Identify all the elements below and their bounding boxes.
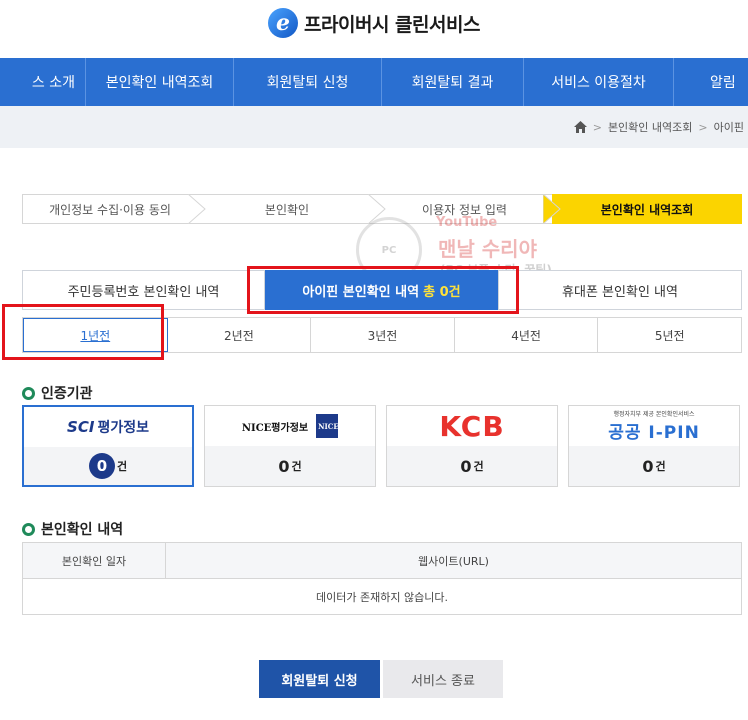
history-table: 본인확인 일자 웹사이트(URL) 데이터가 존재하지 않습니다. [22,542,742,615]
bullet-circle-icon [22,386,35,400]
section-label: 인증기관 [41,386,93,402]
tab-label: 휴대폰 본인확인 내역 [562,284,678,300]
count-value: 0 [278,456,290,476]
agency-count: 0 건 [205,446,375,486]
count-value: 0 [460,456,472,476]
agency-count: 0 건 [387,446,557,486]
logo-e-icon: e [268,8,299,38]
service-exit-button[interactable]: 서비스 종료 [383,660,503,698]
table-header-row: 본인확인 일자 웹사이트(URL) [22,542,742,579]
tab-ipin[interactable]: 아이핀 본인확인 내역 총 0건 [265,270,498,310]
history-tabs: 주민등록번호 본인확인 내역 아이핀 본인확인 내역 총 0건 휴대폰 본인확인… [22,270,742,310]
chevron-right-icon: > [698,120,708,134]
site-logo[interactable]: e 프라이버시 클린서비스 [0,8,748,38]
agency-count: 0 건 [24,447,192,485]
step-verification: 본인확인 [197,194,386,224]
bullet-circle-icon [22,522,35,536]
count-unit: 건 [291,460,302,473]
year-tab-1[interactable]: 1년전 [23,318,168,352]
agency-cards: SCI 평가정보 0 건 NICE평가정보 NICE 0 건 KCB 0 건 행… [22,405,742,487]
year-tab-4[interactable]: 4년전 [455,318,599,352]
agency-card-kcb[interactable]: KCB 0 건 [386,405,558,487]
nav-item-verification-history[interactable]: 본인확인 내역조회 [86,58,234,106]
breadcrumb-item[interactable]: 아이핀 [714,119,744,135]
tab-label: 주민등록번호 본인확인 내역 [67,284,220,300]
column-header-url: 웹사이트(URL) [165,542,742,579]
nav-item-notice[interactable]: 알림 [674,58,748,106]
nice-logo-text: NICE평가정보 [241,422,309,434]
step-user-info: 이용자 정보 입력 [377,194,561,224]
step-history-active: 본인확인 내역조회 [552,194,742,224]
breadcrumb: > 본인확인 내역조회 > 아이핀 [0,106,748,148]
nav-item-withdrawal-result[interactable]: 회원탈퇴 결과 [382,58,524,106]
year-tab-5[interactable]: 5년전 [598,318,741,352]
agency-count: 0 건 [569,446,739,486]
withdrawal-request-button[interactable]: 회원탈퇴 신청 [259,660,380,698]
column-header-date: 본인확인 일자 [22,542,166,579]
nice-logo-mark: NICE [316,414,339,438]
ipin-logo: 행정자치부 제공 본인확인서비스 공공 I-PIN [569,406,739,446]
step-label: 본인확인 [264,202,310,217]
empty-message: 데이터가 존재하지 않습니다. [22,578,742,615]
agency-card-sci[interactable]: SCI 평가정보 0 건 [22,405,194,487]
section-label: 본인확인 내역 [41,522,124,538]
table-row: 데이터가 존재하지 않습니다. [22,578,742,615]
count-unit: 건 [473,460,484,473]
sci-logo: SCI 평가정보 [24,407,192,447]
step-label: 이용자 정보 입력 [422,202,507,217]
ipin-logo-caption: 행정자치부 제공 본인확인서비스 [613,411,695,418]
nav-item-withdrawal-request[interactable]: 회원탈퇴 신청 [234,58,382,106]
agency-card-nice[interactable]: NICE평가정보 NICE 0 건 [204,405,376,487]
agency-card-ipin[interactable]: 행정자치부 제공 본인확인서비스 공공 I-PIN 0 건 [568,405,740,487]
count-value: 0 [642,456,654,476]
sci-logo-text: 평가정보 [97,420,149,436]
chevron-right-icon: > [592,120,602,134]
main-nav: 스 소개 본인확인 내역조회 회원탈퇴 신청 회원탈퇴 결과 서비스 이용절차 … [0,58,748,106]
kcb-logo-text: KCB [439,409,505,443]
nice-logo: NICE평가정보 NICE [205,406,375,446]
tab-resident-number[interactable]: 주민등록번호 본인확인 내역 [22,270,265,310]
step-arrow-icon [188,194,206,224]
step-label: 개인정보 수집·이용 동의 [49,202,171,217]
section-title-agency: 인증기관 [22,383,93,403]
year-tab-3[interactable]: 3년전 [311,318,455,352]
site-title: 프라이버시 클린서비스 [304,13,480,36]
step-arrow-icon [368,194,386,224]
home-icon[interactable] [573,121,587,133]
tab-mobile[interactable]: 휴대폰 본인확인 내역 [498,270,742,310]
breadcrumb-item[interactable]: 본인확인 내역조회 [608,119,692,135]
count-unit: 건 [116,460,128,473]
count-value: 0 [88,453,115,479]
nav-item-service-intro[interactable]: 스 소개 [0,58,86,106]
ipin-logo-text: 공공 I-PIN [608,423,700,443]
year-tab-2[interactable]: 2년전 [168,318,312,352]
tab-count-badge: 총 0건 [423,284,461,300]
process-steps: 개인정보 수집·이용 동의 본인확인 이용자 정보 입력 본인확인 내역조회 [22,194,742,224]
watermark-line1: 맨날 수리야 [438,237,537,261]
section-title-history: 본인확인 내역 [22,519,123,539]
tab-label: 아이핀 본인확인 내역 [302,284,420,300]
step-consent: 개인정보 수집·이용 동의 [22,194,206,224]
sci-logo-mark: SCI [67,418,95,436]
year-tabs: 1년전 2년전 3년전 4년전 5년전 [22,317,742,353]
step-label: 본인확인 내역조회 [600,202,694,217]
kcb-logo: KCB [387,406,557,446]
count-unit: 건 [655,460,666,473]
step-arrow-icon [543,194,561,224]
nav-item-service-procedure[interactable]: 서비스 이용절차 [524,58,674,106]
